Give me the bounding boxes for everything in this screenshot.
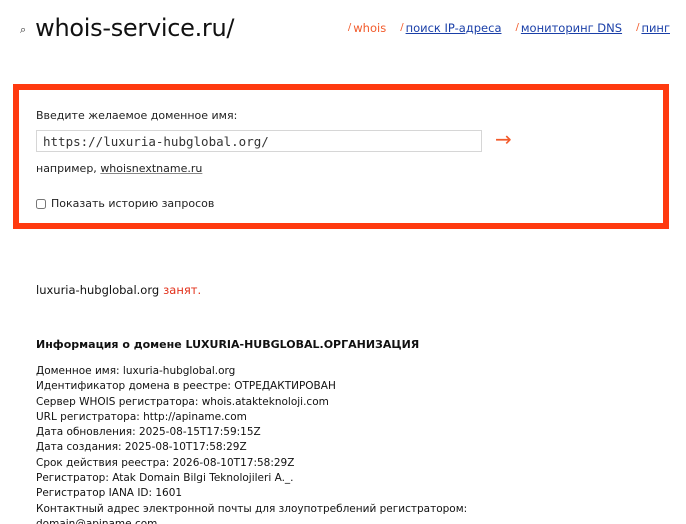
- nav-tick-icon: /: [400, 22, 404, 33]
- whois-line: Сервер WHOIS регистратора: whois.ataktek…: [36, 395, 329, 408]
- domain-status: luxuria-hubglobal.org занят.: [36, 283, 201, 297]
- whois-line: Доменное имя: luxuria-hubglobal.org: [36, 365, 236, 377]
- search-icon: ⌕: [20, 23, 27, 36]
- status-badge: занят.: [163, 283, 202, 297]
- nav-item-ping[interactable]: / пинг: [636, 21, 670, 35]
- whois-line: Контактный адрес электронной почты для з…: [36, 502, 468, 515]
- nav-item-whois[interactable]: / whois: [348, 21, 386, 35]
- example-hint: например, whoisnextname.ru: [36, 162, 202, 175]
- nav-tick-icon: /: [636, 22, 640, 33]
- nav-link-ip-search[interactable]: поиск IP-адреса: [406, 21, 502, 35]
- whois-line: Регистратор: Atak Domain Bilgi Teknoloji…: [36, 472, 294, 485]
- nav-link-dns-monitoring[interactable]: мониторинг DNS: [521, 21, 622, 35]
- history-toggle[interactable]: Показать историю запросов: [36, 197, 214, 210]
- whois-line: Срок действия реестра: 2026-08-10T17:58:…: [36, 456, 295, 469]
- whois-record: Доменное имя: luxuria-hubglobal.org Идент…: [36, 364, 467, 524]
- example-prefix: например,: [36, 162, 97, 175]
- history-label: Показать историю запросов: [51, 197, 215, 210]
- whois-line: Дата обновления: 2025-08-15T17:59:15Z: [36, 426, 261, 439]
- example-domain-link[interactable]: whoisnextname.ru: [100, 162, 202, 175]
- domain-input-label: Введите желаемое доменное имя:: [36, 109, 238, 122]
- whois-line: Регистратор IANA ID: 1601: [36, 487, 183, 500]
- whois-page: ⌕ whois-service.ru/ / whois / поиск IP-а…: [0, 0, 686, 524]
- site-header: ⌕ whois-service.ru/ / whois / поиск IP-а…: [0, 0, 686, 60]
- submit-arrow-icon[interactable]: →: [495, 128, 512, 150]
- nav-tick-icon: /: [515, 22, 519, 33]
- history-checkbox[interactable]: [36, 198, 46, 209]
- site-logo[interactable]: whois-service.ru/: [35, 14, 234, 42]
- result-domain: luxuria-hubglobal.org: [36, 283, 160, 297]
- nav-item-ip-search[interactable]: / поиск IP-адреса: [400, 21, 501, 35]
- domain-search-box: Введите желаемое доменное имя: → наприме…: [13, 84, 669, 229]
- whois-line: Дата создания: 2025-08-10T17:58:29Z: [36, 441, 247, 454]
- whois-line: Идентификатор домена в реестре: ОТРЕДАКТ…: [36, 380, 336, 393]
- logo-area[interactable]: ⌕ whois-service.ru/: [20, 14, 235, 42]
- nav-tick-icon: /: [347, 22, 352, 33]
- domain-info-title: Информация о домене LUXURIA-HUBGLOBAL.ОР…: [36, 338, 420, 351]
- nav-link-whois[interactable]: whois: [353, 21, 386, 35]
- domain-input[interactable]: [36, 130, 482, 152]
- nav-item-dns-monitoring[interactable]: / мониторинг DNS: [516, 21, 623, 35]
- whois-line: URL регистратора: http://apiname.com: [36, 410, 247, 423]
- whois-line: domain@apiname.com: [36, 517, 158, 524]
- top-nav: / whois / поиск IP-адреса / мониторинг D…: [334, 21, 670, 35]
- nav-link-ping[interactable]: пинг: [641, 21, 670, 35]
